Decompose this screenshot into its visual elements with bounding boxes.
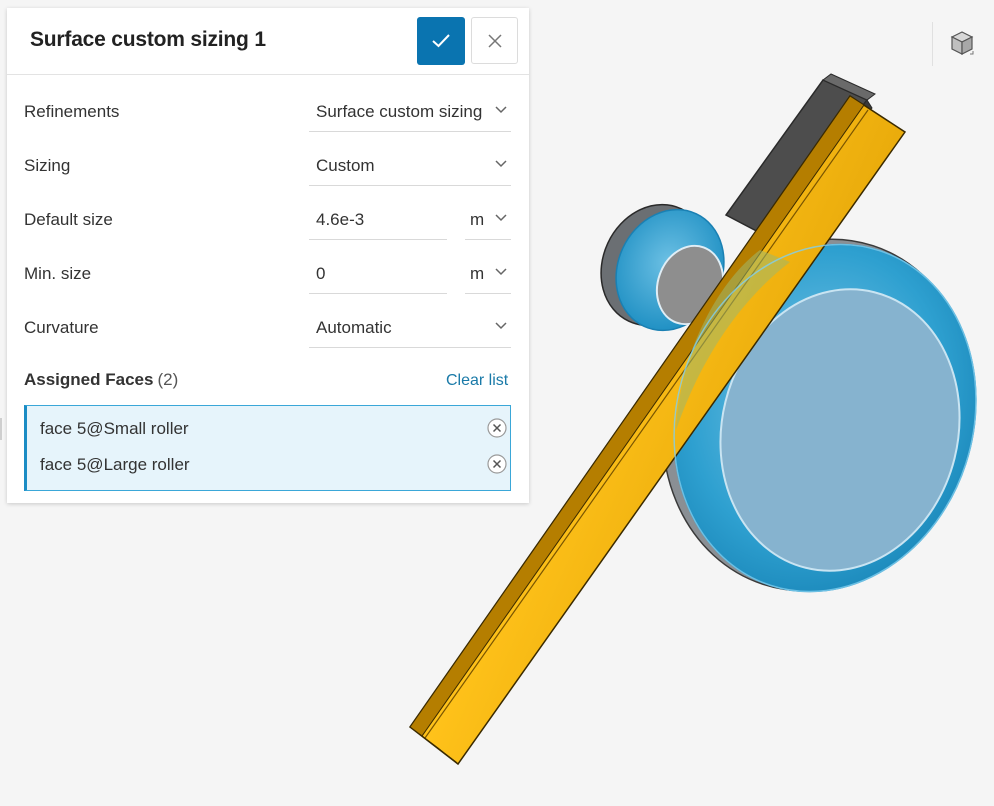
- panel-resize-handle[interactable]: [0, 418, 2, 440]
- default-size-unit: m: [470, 210, 485, 229]
- assigned-faces-list[interactable]: face 5@Small roller face 5@Large roller: [24, 405, 511, 491]
- assigned-faces-count: (2): [157, 370, 179, 389]
- chevron-down-icon: [495, 214, 507, 222]
- min-size-unit: m: [470, 264, 485, 283]
- panel-header: Surface custom sizing 1: [7, 8, 529, 75]
- curvature-row: Curvature Automatic: [7, 300, 529, 354]
- close-icon: [487, 33, 502, 48]
- default-size-row: Default size 4.6e-3 m: [7, 192, 529, 246]
- chevron-down-icon: [495, 322, 507, 330]
- default-size-label: Default size: [24, 210, 113, 229]
- default-size-unit-select[interactable]: m: [465, 200, 511, 240]
- face-label: face 5@Large roller: [40, 455, 190, 474]
- check-icon: [432, 34, 450, 48]
- sizing-select[interactable]: Custom: [309, 146, 511, 186]
- clear-list-link[interactable]: Clear list: [446, 372, 508, 390]
- refinements-label: Refinements: [24, 102, 120, 121]
- view-cube-button[interactable]: [932, 22, 982, 66]
- curvature-value: Automatic: [316, 318, 392, 337]
- view-cube-icon: [950, 31, 974, 55]
- surface-custom-sizing-panel: Surface custom sizing 1 Refinements Surf…: [7, 8, 529, 503]
- sizing-value: Custom: [316, 156, 375, 175]
- panel-title: Surface custom sizing 1: [30, 28, 266, 51]
- chevron-down-icon: [495, 106, 507, 114]
- default-size-value: 4.6e-3: [316, 210, 365, 229]
- min-size-value: 0: [316, 264, 326, 283]
- min-size-unit-select[interactable]: m: [465, 254, 511, 294]
- min-size-input[interactable]: 0: [309, 254, 447, 294]
- list-item[interactable]: face 5@Large roller: [40, 450, 507, 480]
- assigned-faces-heading: Assigned Faces (2): [24, 370, 178, 390]
- remove-circle-icon[interactable]: [487, 454, 507, 474]
- chevron-down-icon: [495, 160, 507, 168]
- curvature-label: Curvature: [24, 318, 99, 337]
- remove-circle-icon[interactable]: [487, 418, 507, 438]
- sizing-label: Sizing: [24, 156, 71, 175]
- min-size-label: Min. size: [24, 264, 92, 283]
- confirm-button[interactable]: [417, 17, 465, 65]
- default-size-input[interactable]: 4.6e-3: [309, 200, 447, 240]
- refinements-select[interactable]: Surface custom sizing 1: [309, 92, 511, 132]
- min-size-row: Min. size 0 m: [7, 246, 529, 300]
- sizing-row: Sizing Custom: [7, 138, 529, 192]
- refinements-value: Surface custom sizing 1: [316, 102, 482, 121]
- assigned-faces-title: Assigned Faces: [24, 370, 154, 389]
- face-label: face 5@Small roller: [40, 419, 189, 438]
- close-button[interactable]: [471, 17, 518, 64]
- chevron-down-icon: [495, 268, 507, 276]
- curvature-select[interactable]: Automatic: [309, 308, 511, 348]
- refinements-row: Refinements Surface custom sizing 1: [7, 84, 529, 138]
- list-item[interactable]: face 5@Small roller: [40, 414, 507, 444]
